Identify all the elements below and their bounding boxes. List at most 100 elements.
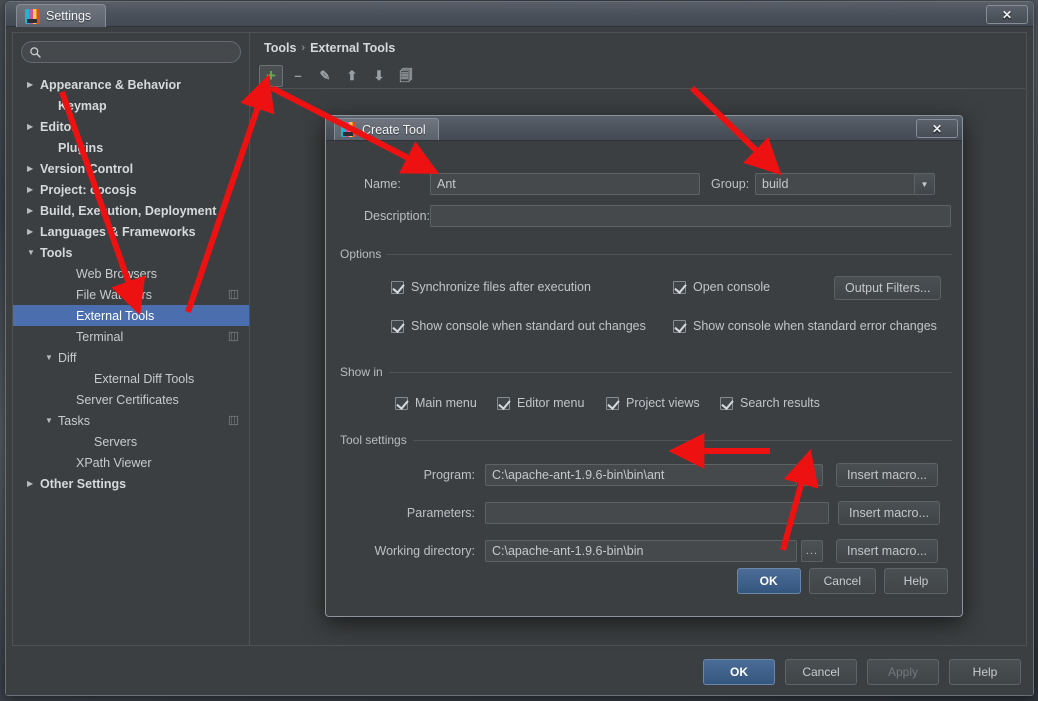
chevron-right-icon[interactable]: ▶ [27,122,40,131]
sidebar-item-label: Appearance & Behavior [40,77,182,92]
sidebar-item-tasks[interactable]: ▼ Tasks [13,410,249,431]
output-filters-label: Output Filters... [845,281,931,295]
breadcrumb-current: External Tools [310,41,396,55]
chevron-right-icon[interactable]: ▶ [27,479,40,488]
sidebar-item-label: File Watchers [76,287,152,302]
checkmark-icon [673,280,686,294]
sidebar-item-terminal[interactable]: Terminal [13,326,249,347]
settings-cancel-button[interactable]: Cancel [785,659,857,685]
settings-apply-button[interactable]: Apply [867,659,939,685]
dialog-close-icon[interactable]: ✕ [916,119,958,138]
insert-macro-label: Insert macro... [847,544,927,558]
checkbox-main-menu[interactable]: Main menu [395,396,477,410]
close-icon[interactable]: ✕ [986,5,1028,24]
checkmark-icon [391,280,404,294]
checkbox-label: Show console when standard out changes [411,319,646,333]
settings-button-bar: OK Cancel Apply Help [703,659,1021,685]
breadcrumb: Tools › External Tools [264,41,395,55]
chevron-right-icon[interactable]: ▶ [27,185,40,194]
dialog-body: Name: Ant Group: build ▼ Description: Op… [326,141,962,616]
description-input[interactable] [430,205,951,227]
edit-button[interactable]: ✎ [313,65,337,87]
sidebar-item-other-settings[interactable]: ▶ Other Settings [13,473,249,494]
dialog-ok-button[interactable]: OK [736,568,801,594]
chevron-down-icon[interactable]: ▼ [45,416,58,425]
remove-button[interactable]: – [286,65,310,87]
name-row: Name: Ant [364,173,700,195]
output-filters-button[interactable]: Output Filters... [834,276,942,300]
parameters-insert-macro-button[interactable]: Insert macro... [838,501,940,525]
sidebar-item-servers[interactable]: Servers [13,431,249,452]
search-input[interactable] [46,42,234,62]
chevron-right-icon[interactable]: ▶ [27,227,40,236]
settings-window-tab[interactable]: Settings [16,4,107,27]
settings-help-button[interactable]: Help [949,659,1021,685]
checkbox-search-results[interactable]: Search results [720,396,820,410]
working-directory-insert-macro-button[interactable]: Insert macro... [836,539,938,563]
search-box[interactable] [21,41,241,63]
sidebar-item-project-cocosjs[interactable]: ▶ Project: cocosjs [13,179,249,200]
chevron-right-icon[interactable]: ▶ [27,164,40,173]
sidebar-item-label: Other Settings [40,476,127,491]
sidebar-item-plugins[interactable]: Plugins [13,137,249,158]
sidebar-item-diff[interactable]: ▼ Diff [13,347,249,368]
chevron-right-icon[interactable]: ▶ [27,206,40,215]
program-browse-button[interactable]: ... [801,464,823,486]
chevron-down-icon[interactable]: ▼ [27,248,40,257]
program-insert-macro-button[interactable]: Insert macro... [836,463,938,487]
sidebar-item-label: Version Control [40,161,134,176]
checkbox-synchronize-files[interactable]: Synchronize files after execution [391,280,591,294]
sidebar-item-label: Terminal [76,329,124,344]
sidebar-item-label: Servers [94,434,138,449]
chevron-down-icon[interactable]: ▼ [914,174,934,194]
checkbox-label: Editor menu [517,396,585,410]
sidebar-item-xpath-viewer[interactable]: XPath Viewer [13,452,249,473]
name-label: Name: [364,177,401,191]
breadcrumb-separator-icon: › [301,42,306,54]
options-group-divider [340,254,952,255]
move-down-button[interactable]: ⬇ [367,65,391,87]
add-button[interactable]: + [259,64,283,87]
move-up-button[interactable]: ⬆ [340,65,364,87]
intellij-logo-icon [341,122,356,137]
chevron-right-icon[interactable]: ▶ [27,80,40,89]
sidebar-item-server-certificates[interactable]: Server Certificates [13,389,249,410]
sidebar-item-file-watchers[interactable]: File Watchers [13,284,249,305]
checkbox-open-console[interactable]: Open console [673,280,770,294]
group-combobox[interactable]: build ▼ [755,173,935,195]
sidebar-item-appearance-behavior[interactable]: ▶ Appearance & Behavior [13,74,249,95]
checkmark-icon [673,319,686,333]
breadcrumb-parent[interactable]: Tools [264,41,296,55]
sidebar-item-build-execution-deployment[interactable]: ▶ Build, Execution, Deployment [13,200,249,221]
program-input[interactable]: C:\apache-ant-1.9.6-bin\bin\ant [485,464,797,486]
chevron-down-icon[interactable]: ▼ [45,353,58,362]
sidebar-item-external-diff-tools[interactable]: External Diff Tools [13,368,249,389]
dialog-help-button[interactable]: Help [884,568,948,594]
edit-icon: ✎ [319,68,331,83]
checkbox-editor-menu[interactable]: Editor menu [497,396,584,410]
intellij-logo-icon [25,8,40,24]
settings-ok-button[interactable]: OK [703,659,775,685]
working-directory-browse-button[interactable]: ... [801,540,823,562]
checkbox-show-console-stdout[interactable]: Show console when standard out changes [391,319,646,333]
sidebar-item-version-control[interactable]: ▶ Version Control [13,158,249,179]
showin-group-divider [340,372,952,373]
sidebar-item-label: Plugins [58,140,104,155]
sidebar-item-editor[interactable]: ▶ Editor [13,116,249,137]
sidebar-item-tools[interactable]: ▼ Tools [13,242,249,263]
sidebar-item-label: Editor [40,119,77,134]
dialog-cancel-button[interactable]: Cancel [808,568,876,594]
checkmark-icon [606,396,619,410]
sidebar-item-keymap[interactable]: Keymap [13,95,249,116]
sidebar-item-external-tools[interactable]: External Tools [13,305,249,326]
working-directory-input[interactable]: C:\apache-ant-1.9.6-bin\bin [485,540,797,562]
sidebar-item-web-browsers[interactable]: Web Browsers [13,263,249,284]
name-input[interactable]: Ant [430,173,700,195]
parameters-input[interactable] [485,502,829,524]
sidebar-item-label: Build, Execution, Deployment [40,203,217,218]
dialog-button-bar: OK Cancel Help [736,568,948,594]
checkbox-show-console-stderr[interactable]: Show console when standard error changes [673,319,937,333]
copy-button[interactable]: 🗐 [394,65,418,87]
sidebar-item-languages-frameworks[interactable]: ▶ Languages & Frameworks [13,221,249,242]
checkbox-project-views[interactable]: Project views [606,396,700,410]
